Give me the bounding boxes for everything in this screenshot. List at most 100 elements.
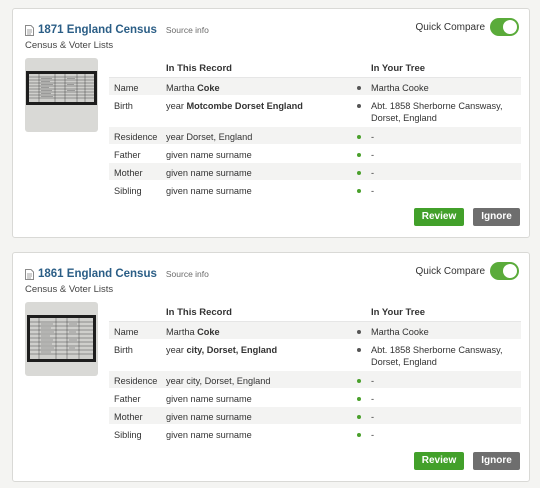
- record-collection: Census & Voter Lists: [25, 284, 114, 295]
- record-value-text: year: [166, 345, 187, 355]
- match-dot: [357, 330, 361, 334]
- toggle-knob: [503, 20, 517, 34]
- tree-value: -: [371, 186, 375, 196]
- tree-value: -: [371, 150, 375, 160]
- quick-compare-label: Quick Compare: [415, 265, 485, 277]
- ignore-button[interactable]: Ignore: [473, 208, 520, 226]
- tree-value: Martha Cooke: [371, 327, 429, 337]
- record-value: given name surname: [166, 150, 252, 160]
- tree-value: Abt. 1858 Sherborne Canswasy, Dorset, En…: [371, 345, 503, 367]
- quick-compare: Quick Compare: [416, 18, 519, 36]
- comparison-row-name: Name Martha Coke Martha Cooke: [109, 78, 521, 96]
- new-info-dot: [357, 171, 361, 175]
- column-header-tree: In Your Tree: [371, 307, 426, 318]
- record-value: given name surname: [166, 412, 252, 422]
- tree-value: -: [371, 168, 375, 178]
- record-value-text: year: [166, 101, 187, 111]
- row-label: Mother: [114, 412, 143, 422]
- document-icon: [25, 268, 34, 280]
- comparison-header: In This Record In Your Tree: [109, 304, 521, 322]
- row-label: Name: [114, 327, 139, 337]
- record-value: given name surname: [166, 430, 252, 440]
- column-header-record: In This Record: [166, 63, 232, 74]
- tree-value: -: [371, 376, 375, 386]
- quick-compare-toggle[interactable]: [490, 18, 519, 36]
- tree-value: -: [371, 430, 375, 440]
- record-card-1861: 1861 England Census Source info Census &…: [12, 252, 530, 482]
- tree-value: -: [371, 394, 375, 404]
- record-title-link[interactable]: 1861 England Census: [38, 268, 157, 280]
- column-header-tree: In Your Tree: [371, 63, 426, 74]
- match-dot: [357, 86, 361, 90]
- record-value-highlight: city, Dorset, England: [186, 345, 278, 355]
- comparison-row-birth: Birth year city, Dorset, England Abt. 18…: [109, 340, 521, 371]
- comparison-row-sibling: Sibling given name surname -: [109, 425, 521, 443]
- comparison-row-mother: Mother given name surname -: [109, 163, 521, 181]
- new-info-dot: [357, 135, 361, 139]
- match-dot: [357, 348, 361, 352]
- new-info-dot: [357, 433, 361, 437]
- comparison-row-birth: Birth year Motcombe Dorset England Abt. …: [109, 96, 521, 127]
- record-value-highlight: Coke: [197, 327, 220, 337]
- row-label: Sibling: [114, 430, 142, 440]
- comparison-table: In This Record In Your Tree Name Martha …: [109, 60, 521, 199]
- ignore-button[interactable]: Ignore: [473, 452, 520, 470]
- row-label: Name: [114, 83, 139, 93]
- record-thumbnail[interactable]: [25, 58, 98, 132]
- row-label: Mother: [114, 168, 143, 178]
- row-label: Residence: [114, 132, 158, 142]
- comparison-row-residence: Residence year city, Dorset, England -: [109, 371, 521, 389]
- new-info-dot: [357, 153, 361, 157]
- record-value: given name surname: [166, 394, 252, 404]
- card-header: 1871 England Census Source info: [25, 22, 209, 38]
- quick-compare: Quick Compare: [416, 262, 519, 280]
- review-button[interactable]: Review: [414, 452, 464, 470]
- source-info-link[interactable]: Source info: [166, 25, 209, 35]
- comparison-row-name: Name Martha Coke Martha Cooke: [109, 322, 521, 340]
- comparison-header: In This Record In Your Tree: [109, 60, 521, 78]
- tree-value: -: [371, 132, 375, 142]
- tree-value: Abt. 1858 Sherborne Canswasy, Dorset, En…: [371, 101, 503, 123]
- record-value-text: Martha: [166, 83, 198, 93]
- record-value-highlight: Motcombe Dorset England: [186, 101, 303, 111]
- record-value: given name surname: [166, 168, 252, 178]
- record-value: year city, Dorset, England: [166, 376, 271, 386]
- record-title-link[interactable]: 1871 England Census: [38, 24, 157, 36]
- census-record-image: [27, 315, 96, 362]
- match-dot: [357, 104, 361, 108]
- record-value-text: Martha: [166, 327, 198, 337]
- row-label: Birth: [114, 345, 133, 355]
- record-value: year city, Dorset, England: [166, 344, 277, 356]
- quick-compare-toggle[interactable]: [490, 262, 519, 280]
- comparison-row-father: Father given name surname -: [109, 145, 521, 163]
- comparison-row-father: Father given name surname -: [109, 389, 521, 407]
- record-value: Martha Coke: [166, 326, 220, 338]
- record-value: given name surname: [166, 186, 252, 196]
- column-header-record: In This Record: [166, 307, 232, 318]
- comparison-row-residence: Residence year Dorset, England -: [109, 127, 521, 145]
- record-value: Martha Coke: [166, 82, 220, 94]
- record-value-highlight: Coke: [197, 83, 220, 93]
- record-collection: Census & Voter Lists: [25, 40, 114, 51]
- source-info-link[interactable]: Source info: [166, 269, 209, 279]
- quick-compare-label: Quick Compare: [415, 21, 485, 33]
- tree-value: Martha Cooke: [371, 83, 429, 93]
- review-button[interactable]: Review: [414, 208, 464, 226]
- row-label: Father: [114, 150, 141, 160]
- comparison-row-mother: Mother given name surname -: [109, 407, 521, 425]
- record-value: year Dorset, England: [166, 132, 253, 142]
- document-icon: [25, 24, 34, 36]
- new-info-dot: [357, 397, 361, 401]
- record-value: year Motcombe Dorset England: [166, 100, 303, 112]
- record-thumbnail[interactable]: [25, 302, 98, 376]
- card-header: 1861 England Census Source info: [25, 266, 209, 282]
- new-info-dot: [357, 379, 361, 383]
- census-record-image: [26, 71, 97, 105]
- tree-value: -: [371, 412, 375, 422]
- new-info-dot: [357, 415, 361, 419]
- row-label: Father: [114, 394, 141, 404]
- new-info-dot: [357, 189, 361, 193]
- record-card-1871: 1871 England Census Source info Census &…: [12, 8, 530, 238]
- row-label: Sibling: [114, 186, 142, 196]
- comparison-row-sibling: Sibling given name surname -: [109, 181, 521, 199]
